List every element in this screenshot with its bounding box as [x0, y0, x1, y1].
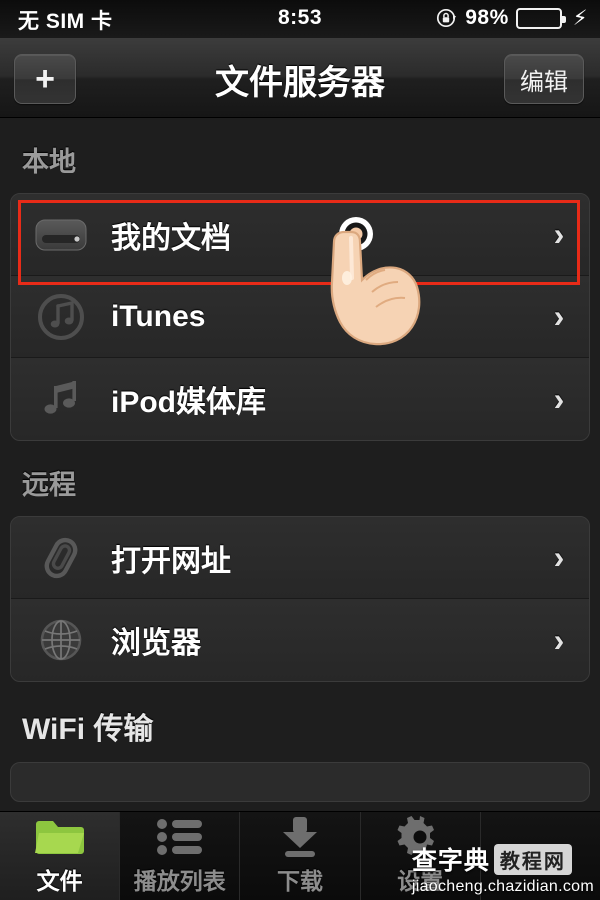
section-header-wifi: WiFi 传输 [22, 713, 154, 746]
list-item-label: 我的文档 [111, 221, 231, 255]
list-item-itunes[interactable]: iTunes › [11, 276, 589, 358]
hard-drive-icon [11, 215, 111, 255]
list-item-open-url[interactable]: 打开网址 › [11, 517, 589, 599]
tab-label: 下载 [277, 868, 323, 894]
rotation-lock-icon [436, 7, 458, 29]
tab-settings[interactable]: 设置 [361, 812, 481, 900]
status-bar: 无 SIM 卡 8:53 98% ⚡ [0, 0, 600, 38]
battery-icon [515, 7, 566, 29]
chevron-right-icon: › [553, 380, 565, 417]
section-header-remote: 远程 [22, 470, 76, 500]
phone-screen: 无 SIM 卡 8:53 98% ⚡ + 文件服务器 编辑 本地 我的文档 › … [0, 0, 600, 900]
battery-percent-label: 98% [465, 6, 509, 29]
tab-label: 播放列表 [133, 868, 226, 894]
list-item-ipod-library[interactable]: iPod媒体库 › [11, 358, 589, 440]
tab-label: 设置 [397, 868, 444, 894]
folder-icon [33, 816, 87, 858]
list-item-label: iTunes [111, 299, 206, 333]
list-item-label: 打开网址 [111, 544, 231, 578]
list-item-my-documents[interactable]: 我的文档 › [11, 194, 589, 276]
chevron-right-icon: › [553, 298, 565, 334]
navigation-bar: + 文件服务器 编辑 [0, 38, 600, 118]
download-icon [277, 816, 323, 858]
section-header-local: 本地 [22, 147, 76, 177]
status-right-group: 98% ⚡ [436, 6, 588, 30]
tab-download[interactable]: 下载 [240, 812, 361, 900]
globe-icon [11, 614, 111, 666]
itunes-icon [11, 290, 111, 344]
edit-button[interactable]: 编辑 [504, 54, 584, 104]
tab-playlist[interactable]: 播放列表 [120, 812, 241, 900]
chevron-right-icon: › [553, 539, 565, 575]
gear-icon [397, 816, 443, 858]
tab-bar: 文件 播放列表 下载 设置 [0, 811, 600, 900]
list-item-label: iPod媒体库 [111, 386, 266, 419]
list-item-browser[interactable]: 浏览器 › [11, 599, 589, 681]
tab-files[interactable]: 文件 [0, 812, 121, 900]
lightning-bolt-icon: ⚡ [572, 6, 588, 30]
list-item-label: 浏览器 [111, 627, 201, 660]
paperclip-icon [11, 531, 111, 585]
chevron-right-icon: › [553, 216, 565, 252]
section-group-remote: 打开网址 › 浏览器 › [10, 516, 590, 682]
section-group-local: 我的文档 › iTunes › iPod媒体库 › [10, 193, 590, 441]
chevron-right-icon: › [553, 621, 565, 658]
tab-label: 文件 [36, 868, 83, 894]
playlist-icon [155, 816, 205, 858]
more-dots-icon [507, 833, 573, 875]
section-group-wifi [10, 762, 590, 802]
tab-more[interactable] [481, 812, 600, 900]
music-note-icon [11, 374, 111, 424]
content-scroll-area[interactable]: 本地 我的文档 › iTunes › iPod媒体库 › 远程 打开网址 › 浏… [0, 118, 600, 811]
